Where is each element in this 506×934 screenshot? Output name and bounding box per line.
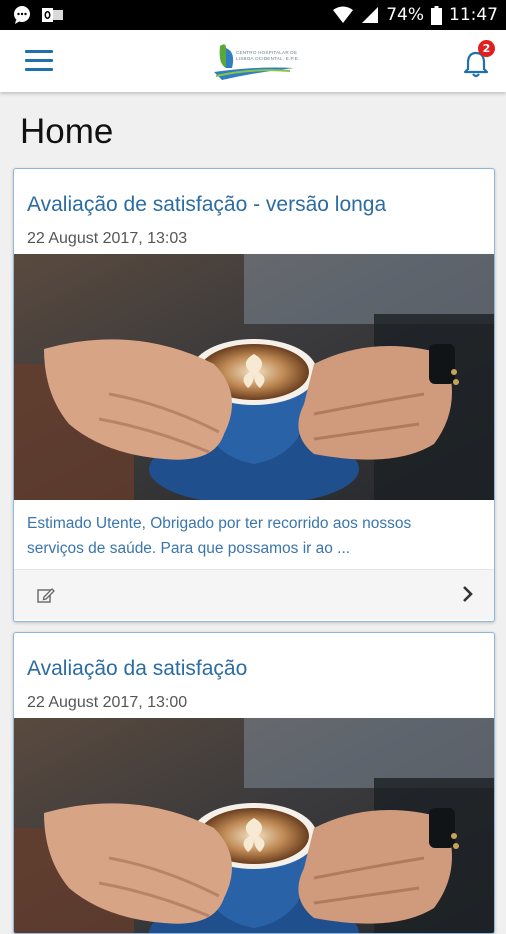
chat-bubble-icon	[14, 6, 30, 24]
survey-card[interactable]: Avaliação da satisfação 22 August 2017, …	[13, 632, 495, 934]
edit-icon[interactable]	[36, 585, 56, 605]
chevron-right-icon[interactable]	[460, 583, 476, 605]
status-bar: 74% 11:47	[0, 0, 506, 30]
notifications-button[interactable]: 2	[463, 40, 495, 78]
clock: 11:47	[449, 5, 498, 25]
battery-icon	[431, 5, 442, 25]
card-excerpt: Estimado Utente, Obrigado por ter recorr…	[27, 515, 412, 557]
page-title: Home	[20, 112, 114, 151]
card-title[interactable]: Avaliação da satisfação	[27, 657, 247, 681]
wifi-icon	[333, 6, 354, 23]
signal-icon	[362, 7, 379, 23]
outlook-icon	[42, 8, 63, 22]
card-footer	[14, 569, 494, 620]
app-bar: CENTRO HOSPITALAR DE LISBOA OCIDENTAL, E…	[0, 30, 506, 92]
survey-card[interactable]: Avaliação de satisfação - versão longa 2…	[13, 168, 495, 622]
hospital-logo: CENTRO HOSPITALAR DE LISBOA OCIDENTAL, E…	[212, 38, 302, 84]
card-date: 22 August 2017, 13:03	[27, 230, 188, 247]
hamburger-menu-icon[interactable]	[25, 50, 53, 72]
coffee-cup-hands-photo	[14, 718, 494, 934]
card-date: 22 August 2017, 13:00	[27, 694, 188, 711]
logo-text: CENTRO HOSPITALAR DE LISBOA OCIDENTAL, E…	[236, 50, 300, 61]
battery-percent: 74%	[386, 5, 424, 25]
card-title[interactable]: Avaliação de satisfação - versão longa	[27, 193, 386, 217]
notification-badge: 2	[478, 40, 495, 57]
coffee-cup-hands-photo	[14, 254, 494, 500]
